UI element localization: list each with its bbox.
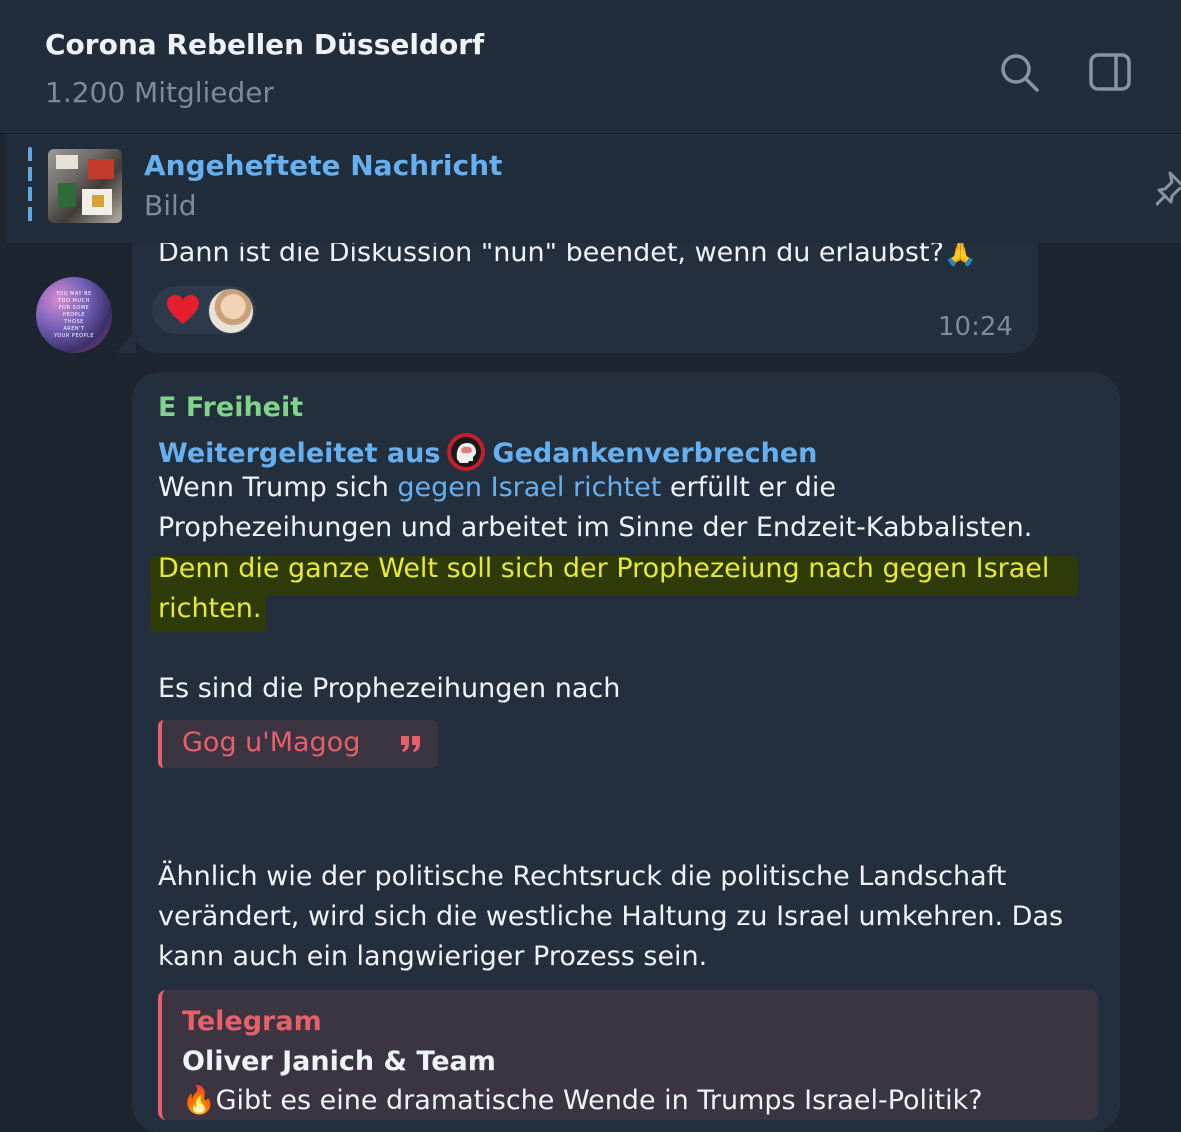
chat-title[interactable]: Corona Rebellen Düsseldorf — [45, 28, 484, 61]
avatar-artwork: YOU MAY BE TOO MUCH FOR SOME PEOPLE THOSE ARE… — [53, 291, 94, 339]
message-paragraph-2: Es sind die Prophezeihungen nach — [158, 673, 621, 704]
message-paragraph-3-line-2: verändert, wird sich die westliche Haltu… — [158, 901, 1064, 932]
chat-header: Corona Rebellen Düsseldorf 1.200 Mitglie… — [0, 0, 1181, 134]
reactor-avatar[interactable] — [208, 288, 254, 334]
bubble-tail — [116, 330, 136, 353]
pinned-thumbnail — [48, 149, 122, 223]
message-paragraph-1-line-2: Prophezeihungen und arbeitet im Sinne de… — [158, 512, 1033, 543]
pinned-title: Angeheftete Nachricht — [144, 149, 503, 182]
message-time: 10:24 — [938, 312, 1013, 342]
sender-avatar[interactable]: YOU MAY BE TOO MUCH FOR SOME PEOPLE THOSE ARE… — [36, 277, 112, 353]
message-paragraph-3: Ähnlich wie der politische Rechtsruck di… — [158, 861, 1007, 892]
message-paragraph-3-line-3: kann auch ein langwieriger Prozess sein. — [158, 941, 708, 972]
highlighted-text: richten. — [158, 593, 262, 624]
text-run: erfüllt er die — [661, 472, 836, 503]
text-link[interactable]: gegen Israel richtet — [397, 472, 661, 503]
message-paragraph-1: Wenn Trump sich gegen Israel richtet erf… — [158, 472, 836, 503]
link-preview-description: 🔥Gibt es eine dramatische Wende in Trump… — [182, 1085, 983, 1116]
sidebar-toggle-icon[interactable] — [1088, 50, 1132, 94]
link-preview-site: Telegram — [182, 1006, 322, 1037]
channel-avatar-icon — [447, 433, 486, 471]
forwarded-header[interactable]: Weitergeleitet aus Gedankenverbrechen — [158, 432, 817, 472]
pinned-subtitle: Bild — [144, 189, 197, 222]
highlighted-text: Denn die ganze Welt soll sich der Prophe… — [158, 553, 1050, 584]
quote-icon — [401, 736, 420, 752]
pinned-message-bar[interactable]: Angeheftete Nachricht Bild — [6, 134, 1181, 243]
pin-icon[interactable] — [1156, 169, 1181, 207]
forwarded-prefix: Weitergeleitet aus — [158, 438, 441, 469]
quote-block[interactable]: Gog u'Magog — [158, 720, 438, 768]
pinned-indicator — [28, 147, 32, 227]
link-preview[interactable]: Telegram Oliver Janich & Team 🔥Gibt es e… — [158, 990, 1098, 1120]
sender-name[interactable]: E Freiheit — [158, 392, 303, 423]
search-icon[interactable] — [997, 50, 1041, 94]
quote-text: Gog u'Magog — [182, 727, 361, 758]
link-preview-title: Oliver Janich & Team — [182, 1046, 496, 1077]
member-count: 1.200 Mitglieder — [45, 76, 275, 109]
forwarded-channel[interactable]: Gedankenverbrechen — [492, 438, 817, 469]
reactions-bar[interactable] — [152, 286, 256, 334]
text-run: Wenn Trump sich — [158, 472, 398, 503]
heart-reaction-icon[interactable] — [166, 294, 200, 326]
